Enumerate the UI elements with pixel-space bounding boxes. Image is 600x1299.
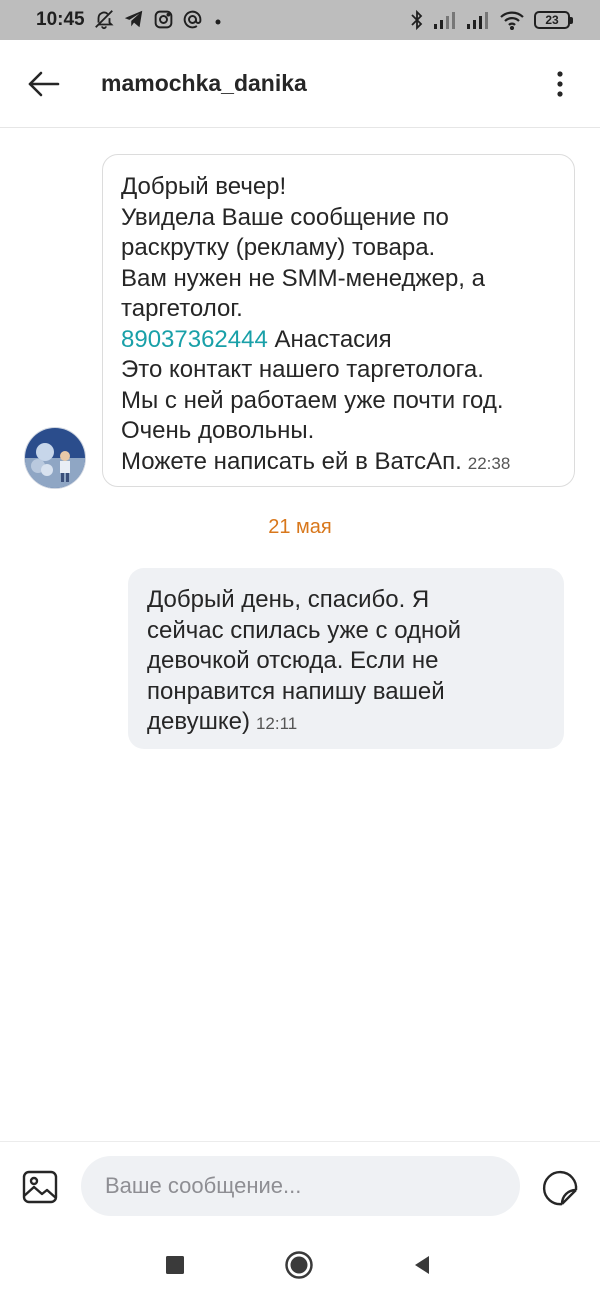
sticker-button[interactable]: [538, 1166, 582, 1210]
signal-icon: [467, 12, 488, 29]
recents-button[interactable]: [157, 1247, 193, 1283]
message-time: 22:38: [467, 453, 511, 473]
message-time: 12:11: [255, 714, 298, 733]
status-bar: 10:45 23: [0, 0, 600, 40]
message-line: Можете написать ей в ВатсАп. 22:38: [121, 447, 556, 480]
at-sign-icon: [183, 10, 202, 28]
message-line: Мы с ней работаем уже почти год.: [121, 386, 504, 414]
message-line: Увидела Ваше сообщение по: [121, 203, 449, 231]
home-button[interactable]: [281, 1247, 317, 1283]
arrow-left-icon: [28, 71, 60, 97]
telegram-icon: [124, 10, 143, 28]
outgoing-message-bubble[interactable]: Добрый день, спасибо. Я сейчас спилась у…: [128, 568, 564, 749]
message-line: раскрутку (рекламу) товара.: [121, 234, 436, 261]
message-line: понравится напишу вашей: [147, 677, 445, 705]
message-line: сейчас спилась уже с одной: [147, 616, 462, 644]
date-separator: 21 мая: [268, 516, 332, 538]
message-last-line: девушке): [147, 708, 250, 735]
sender-avatar[interactable]: [24, 427, 86, 489]
battery-icon: 23: [534, 11, 573, 29]
chat-header: mamochka_danika: [0, 40, 600, 128]
message-line: Добрый день, спасибо. Я: [147, 586, 430, 613]
message-line: Очень довольны.: [121, 417, 315, 444]
instagram-icon: [154, 10, 173, 28]
status-time: 10:45: [36, 9, 85, 30]
signal-icon: [434, 12, 455, 29]
phone-number-link[interactable]: 89037362444: [121, 326, 268, 353]
bluetooth-icon: [411, 9, 423, 31]
dot-icon: [215, 19, 221, 25]
message-last-line: Можете написать ей в ВатсАп.: [121, 447, 462, 475]
back-triangle-icon: [415, 1256, 429, 1274]
message-line: Это контакт нашего таргетолога.: [121, 356, 484, 383]
system-back-button[interactable]: [404, 1247, 440, 1283]
back-button[interactable]: [24, 64, 64, 104]
message-line: девушке) 12:11: [147, 707, 545, 740]
message-line: таргетолог.: [121, 295, 243, 322]
system-nav-bar: [0, 1229, 600, 1299]
avatar-photo-icon: [25, 428, 85, 488]
message-line: девочкой отсюда. Если не: [147, 647, 439, 674]
phone-contact-name: Анастасия: [267, 325, 392, 353]
message-composer: [0, 1141, 600, 1229]
muted-notifications-icon: [95, 10, 114, 30]
wifi-icon: [500, 11, 524, 30]
message-line: 89037362444 Анастасия: [121, 325, 556, 356]
sticker-icon: [542, 1170, 578, 1206]
message-input[interactable]: [81, 1156, 520, 1216]
home-circle-icon: [285, 1251, 313, 1279]
square-icon: [166, 1256, 184, 1274]
incoming-message-bubble[interactable]: Добрый вечер! Увидела Ваше сообщение по …: [102, 154, 575, 487]
status-right-icons: 23: [410, 9, 573, 31]
chat-title[interactable]: mamochka_danika: [101, 70, 307, 97]
status-left-icons: [93, 8, 225, 30]
message-line: Добрый вечер!: [121, 173, 287, 200]
more-options-button[interactable]: [540, 64, 580, 104]
image-icon: [22, 1170, 58, 1204]
gallery-button[interactable]: [20, 1166, 62, 1208]
more-vertical-icon: [557, 71, 563, 97]
message-line: Вам нужен не SMM-менеджер, а: [121, 264, 485, 292]
